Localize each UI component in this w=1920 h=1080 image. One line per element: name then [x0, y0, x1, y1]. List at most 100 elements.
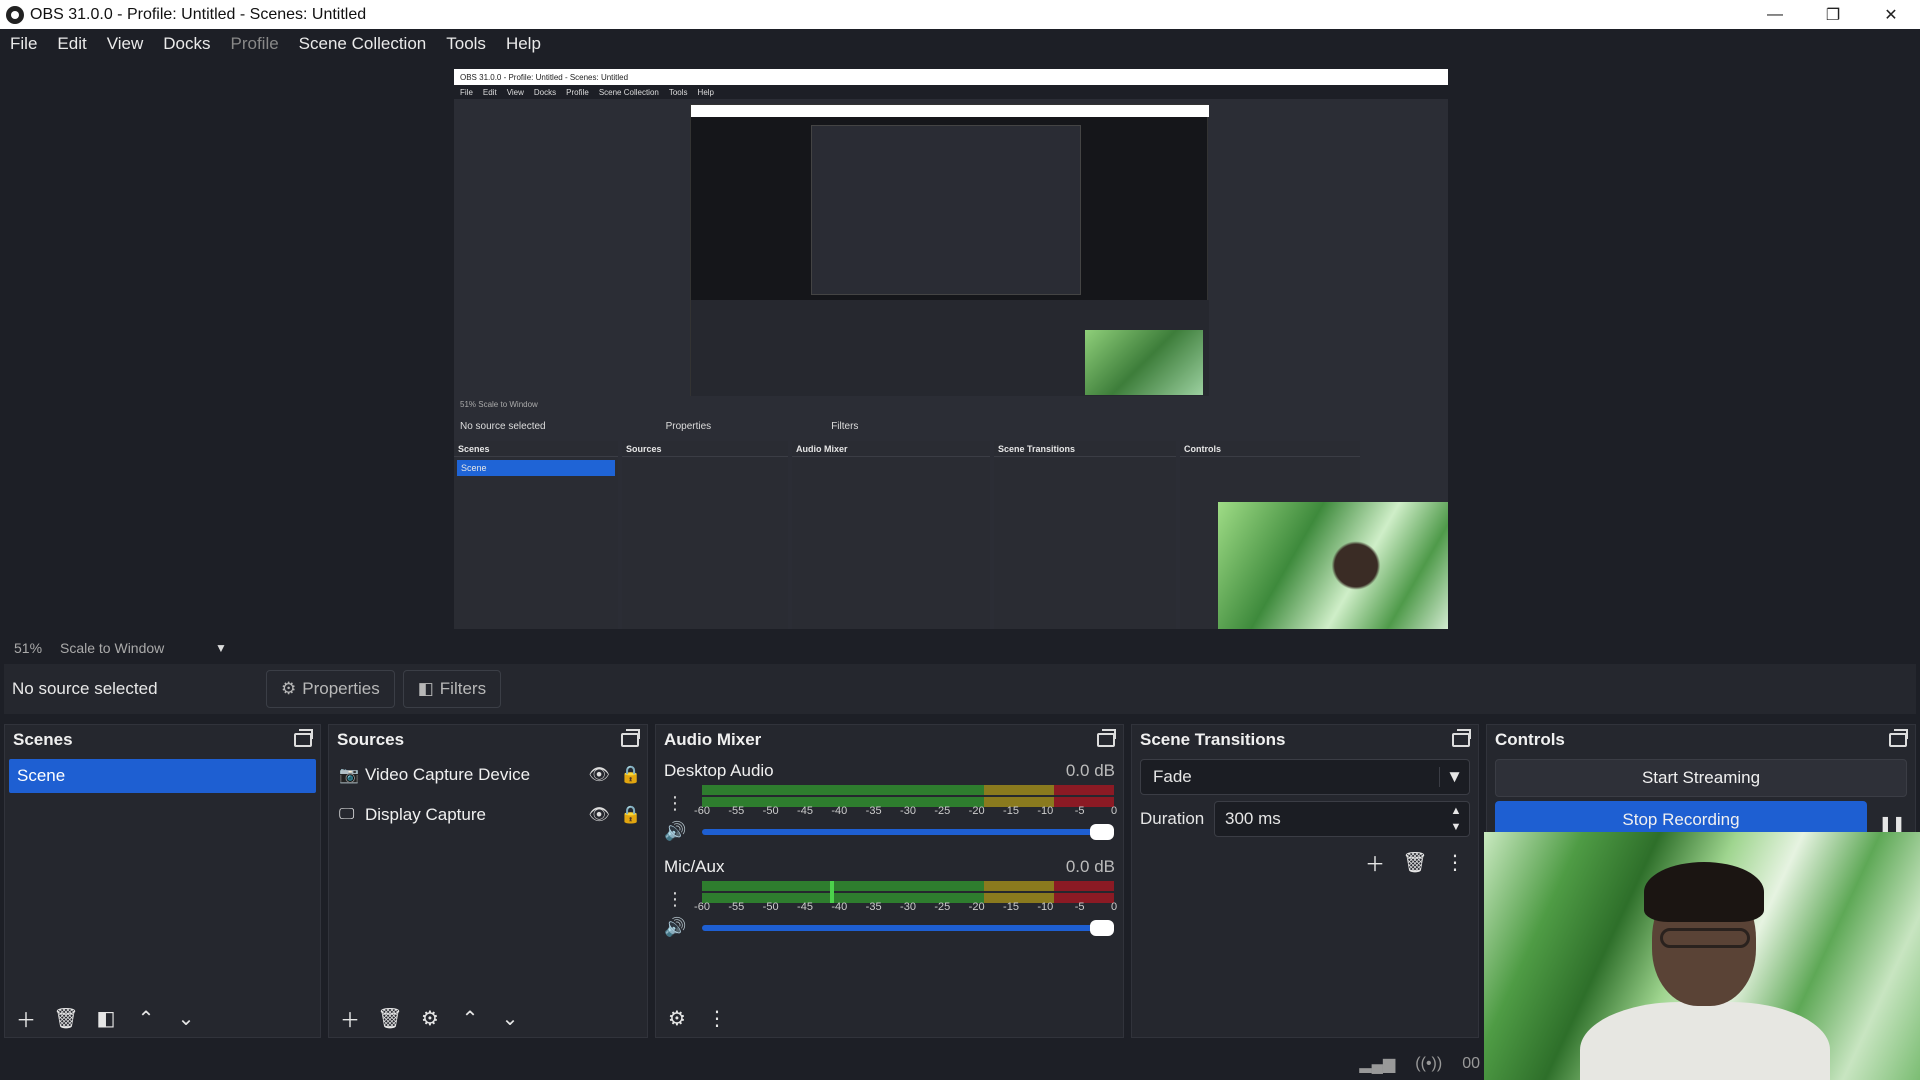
chevron-down-icon[interactable]: ▼ — [215, 641, 227, 655]
menu-profile[interactable]: Profile — [220, 34, 288, 54]
menu-view[interactable]: View — [97, 34, 154, 54]
spin-buttons-icon[interactable]: ▲ ▼ — [1443, 803, 1469, 835]
zoom-level: 51% — [14, 640, 43, 656]
arrow-up-icon[interactable]: ⌃ — [457, 1005, 483, 1031]
slider-knob[interactable] — [1090, 824, 1114, 840]
mini-dock-title: Scenes — [454, 441, 618, 457]
mini-menu-item: Profile — [566, 87, 589, 97]
transitions-title: Scene Transitions — [1140, 730, 1286, 749]
menu-tools[interactable]: Tools — [436, 34, 496, 54]
speaker-icon[interactable]: 🔊 — [664, 821, 686, 842]
volume-slider[interactable] — [702, 920, 1114, 936]
trash-icon[interactable]: 🗑 — [53, 1005, 79, 1031]
mini-dock-title: Scene Transitions — [994, 441, 1176, 457]
menu-scene-collection[interactable]: Scene Collection — [289, 34, 437, 54]
mini-menu-item: Scene Collection — [598, 87, 659, 97]
scenes-title: Scenes — [13, 730, 73, 749]
eye-icon[interactable]: 👁 — [583, 765, 615, 785]
speaker-icon[interactable]: 🔊 — [664, 917, 686, 938]
menu-file[interactable]: File — [0, 34, 47, 54]
mini-menu-item: View — [506, 87, 524, 97]
arrow-down-icon[interactable]: ⌄ — [173, 1005, 199, 1031]
advanced-audio-icon[interactable]: ⚙ — [664, 1005, 690, 1031]
mixer-dock-header: Audio Mixer — [656, 725, 1123, 755]
eye-icon[interactable]: 👁 — [583, 805, 615, 825]
tick-label: -60 — [694, 805, 710, 817]
meter-green — [702, 785, 984, 795]
add-icon[interactable]: ＋ — [337, 1005, 363, 1032]
mini-dock-title: Audio Mixer — [792, 441, 990, 457]
controls-dock-header: Controls — [1487, 725, 1915, 755]
mini-menu-item: Docks — [533, 87, 557, 97]
undock-icon[interactable] — [1452, 729, 1471, 747]
source-item[interactable]: 📷 Video Capture Device 👁 🔒 — [329, 755, 647, 795]
arrow-up-icon[interactable]: ⌃ — [133, 1005, 159, 1031]
scale-mode-select[interactable]: Scale to Window — [60, 640, 215, 656]
tick-label: -5 — [1074, 805, 1085, 817]
kebab-menu-icon[interactable]: ⋮ — [704, 1005, 730, 1031]
menu-edit[interactable]: Edit — [47, 34, 96, 54]
bottom-status-bar: ▂▄▆ ((•)) 00 — [0, 1048, 1484, 1080]
kebab-menu-icon[interactable]: ⋮ — [666, 889, 684, 910]
meter-red — [1054, 881, 1114, 891]
duration-label: Duration — [1140, 809, 1205, 828]
menu-help[interactable]: Help — [496, 34, 551, 54]
sources-toolbar: ＋ 🗑 ⚙ ⌃ ⌄ — [329, 1003, 523, 1033]
transition-select[interactable]: Fade ▼ — [1140, 759, 1470, 795]
lock-icon[interactable]: 🔒 — [615, 765, 647, 785]
filters-button[interactable]: ◧ Filters — [402, 670, 502, 708]
filters-label: Filters — [439, 679, 487, 698]
kebab-menu-icon[interactable]: ⋮ — [666, 793, 684, 814]
mini-dock-sources: Sources — [622, 441, 788, 629]
undock-icon[interactable] — [621, 729, 640, 747]
volume-slider[interactable] — [702, 824, 1114, 840]
source-item[interactable]: 🖵 Display Capture 👁 🔒 — [329, 795, 647, 835]
channel-db: 0.0 dB — [1065, 857, 1115, 876]
person-hair — [1644, 862, 1764, 922]
mini-nested-title — [691, 105, 1209, 117]
start-streaming-button[interactable]: Start Streaming — [1495, 759, 1907, 797]
gear-icon[interactable]: ⚙ — [417, 1005, 443, 1031]
tick-label: -20 — [968, 805, 985, 817]
kebab-menu-icon[interactable]: ⋮ — [1442, 849, 1468, 875]
undock-icon[interactable] — [1889, 729, 1908, 747]
obs-logo-icon — [6, 5, 24, 24]
undock-icon[interactable] — [1097, 729, 1116, 747]
mini-webcam-large — [1218, 502, 1448, 629]
add-icon[interactable]: ＋ — [13, 1005, 39, 1032]
transition-value: Fade — [1153, 767, 1192, 786]
minimize-button[interactable]: — — [1746, 0, 1804, 29]
menu-docks[interactable]: Docks — [153, 34, 220, 54]
mini-menu-item: Edit — [482, 87, 497, 97]
mini-status-line: 51% Scale to Window — [460, 399, 538, 409]
duration-input[interactable]: 300 ms ▲ ▼ — [1214, 801, 1470, 837]
tick-label: -20 — [968, 901, 985, 913]
tick-label: -50 — [762, 901, 779, 913]
mini-properties: Properties — [665, 420, 712, 432]
duration-value: 300 ms — [1225, 809, 1281, 828]
arrow-down-icon[interactable]: ⌄ — [497, 1005, 523, 1031]
preview-canvas[interactable]: OBS 31.0.0 - Profile: Untitled - Scenes:… — [454, 69, 1448, 629]
tick-label: 0 — [1110, 901, 1118, 913]
filter-icon[interactable]: ◧ — [93, 1005, 119, 1031]
slider-knob[interactable] — [1090, 920, 1114, 936]
scene-transitions-dock: Scene Transitions Fade ▼ Duration 300 ms… — [1131, 724, 1479, 1038]
lock-icon[interactable]: 🔒 — [615, 805, 647, 825]
context-bar: No source selected ⚙ Properties ◧ Filter… — [4, 664, 1916, 714]
scene-item[interactable]: Scene — [9, 759, 316, 793]
menu-bar: File Edit View Docks Profile Scene Colle… — [0, 29, 1920, 59]
trash-icon[interactable]: 🗑 — [1402, 849, 1428, 875]
meter-peak — [830, 881, 834, 903]
gear-icon: ⚙ — [281, 679, 297, 698]
preview-status-line: 51% Scale to Window ▼ — [4, 637, 1896, 659]
properties-button[interactable]: ⚙ Properties — [266, 670, 395, 708]
tick-label: -45 — [797, 805, 813, 817]
controls-title: Controls — [1495, 730, 1565, 749]
close-button[interactable]: ✕ — [1862, 0, 1920, 29]
undock-icon[interactable] — [294, 729, 313, 747]
trash-icon[interactable]: 🗑 — [377, 1005, 403, 1031]
restore-button[interactable]: ❐ — [1804, 0, 1862, 29]
chevron-down-icon[interactable]: ▼ — [1439, 767, 1469, 787]
meter-ticks: -60 -55 -50 -45 -40 -35 -30 -25 -20 -15 … — [694, 805, 1117, 821]
add-icon[interactable]: ＋ — [1362, 849, 1388, 876]
